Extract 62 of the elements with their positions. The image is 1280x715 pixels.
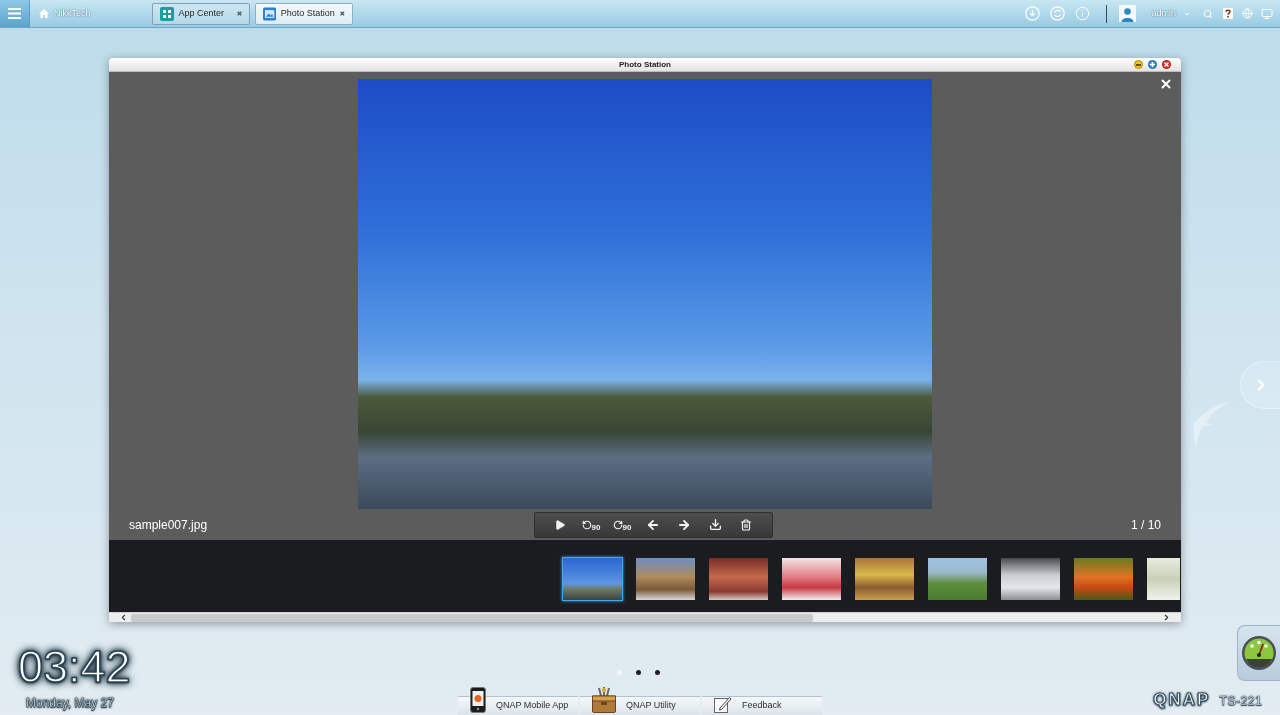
clock-date: Monday, May 27 xyxy=(26,697,115,709)
photo-thumbnail[interactable] xyxy=(562,557,623,601)
photo-thumbnail[interactable] xyxy=(1000,557,1061,601)
arrow-right-icon xyxy=(677,517,691,532)
photo-thumbnail[interactable] xyxy=(854,557,915,601)
scrollbar-thumb[interactable] xyxy=(131,613,813,622)
close-icon xyxy=(1164,62,1169,67)
notepad-pencil-icon xyxy=(714,696,732,713)
search-icon xyxy=(1203,8,1213,19)
toolbox-icon xyxy=(592,687,616,713)
help-button[interactable] xyxy=(1223,8,1233,19)
app-tab[interactable]: App Center xyxy=(151,2,250,25)
scroll-left-icon[interactable] xyxy=(119,613,128,622)
dashboard-button[interactable] xyxy=(1237,625,1280,681)
photo-counter: 1 / 10 xyxy=(1130,516,1161,534)
close-button[interactable] xyxy=(1162,60,1171,69)
sync-circle-icon xyxy=(1050,6,1066,21)
app-tab[interactable]: Photo Station xyxy=(254,2,353,25)
model-name: TS-221 xyxy=(1219,694,1262,707)
maximize-button[interactable] xyxy=(1148,60,1157,69)
rotate-right-icon xyxy=(612,519,623,530)
dock-item[interactable]: QNAP Utility xyxy=(580,686,700,715)
close-icon[interactable] xyxy=(236,11,242,16)
help-book-icon xyxy=(1223,8,1233,19)
download-circle-icon xyxy=(1025,6,1041,21)
gauge-icon xyxy=(1241,635,1277,671)
rotate-left-icon xyxy=(581,519,592,530)
photo-thumbnail[interactable] xyxy=(1073,557,1134,601)
brand-logo: QNAP xyxy=(1153,691,1211,708)
photo-thumbnail[interactable] xyxy=(708,557,769,601)
rotate-left-button[interactable]: 90 xyxy=(575,513,607,536)
window-title: Photo Station xyxy=(619,60,671,69)
user-avatar-button[interactable] xyxy=(1119,5,1137,22)
clock-time: 03:42 xyxy=(18,644,131,689)
phone-icon xyxy=(470,687,486,713)
close-viewer-button[interactable] xyxy=(1159,77,1173,91)
user-silhouette-icon xyxy=(1119,5,1137,22)
play-icon xyxy=(554,518,566,531)
menu-icon xyxy=(8,8,21,19)
download-icon xyxy=(708,518,722,531)
monitor-icon xyxy=(1261,7,1273,20)
photo-thumbnail[interactable] xyxy=(781,557,842,601)
picture-app-icon xyxy=(262,6,276,21)
trash-icon xyxy=(740,518,752,531)
plus-icon xyxy=(1150,62,1155,67)
globe-icon xyxy=(1242,8,1253,19)
horizontal-scrollbar[interactable] xyxy=(109,612,1181,622)
scroll-right-icon[interactable] xyxy=(1162,613,1171,622)
photo-thumbnail[interactable] xyxy=(635,557,696,601)
close-icon xyxy=(1159,77,1173,91)
home-icon xyxy=(39,9,49,18)
info-icon xyxy=(1075,6,1091,21)
rotate-right-button[interactable]: 90 xyxy=(606,513,638,536)
dock-item[interactable]: QNAP Mobile App xyxy=(458,686,578,715)
close-icon[interactable] xyxy=(339,11,345,16)
photo-thumbnail[interactable] xyxy=(1146,557,1181,601)
menu-button[interactable] xyxy=(0,0,30,27)
minimize-button[interactable] xyxy=(1134,60,1143,69)
minus-icon xyxy=(1136,63,1141,66)
file-name: sample007.jpg xyxy=(129,516,208,534)
photo-thumbnail[interactable] xyxy=(927,557,988,601)
grid-app-icon xyxy=(159,6,174,21)
